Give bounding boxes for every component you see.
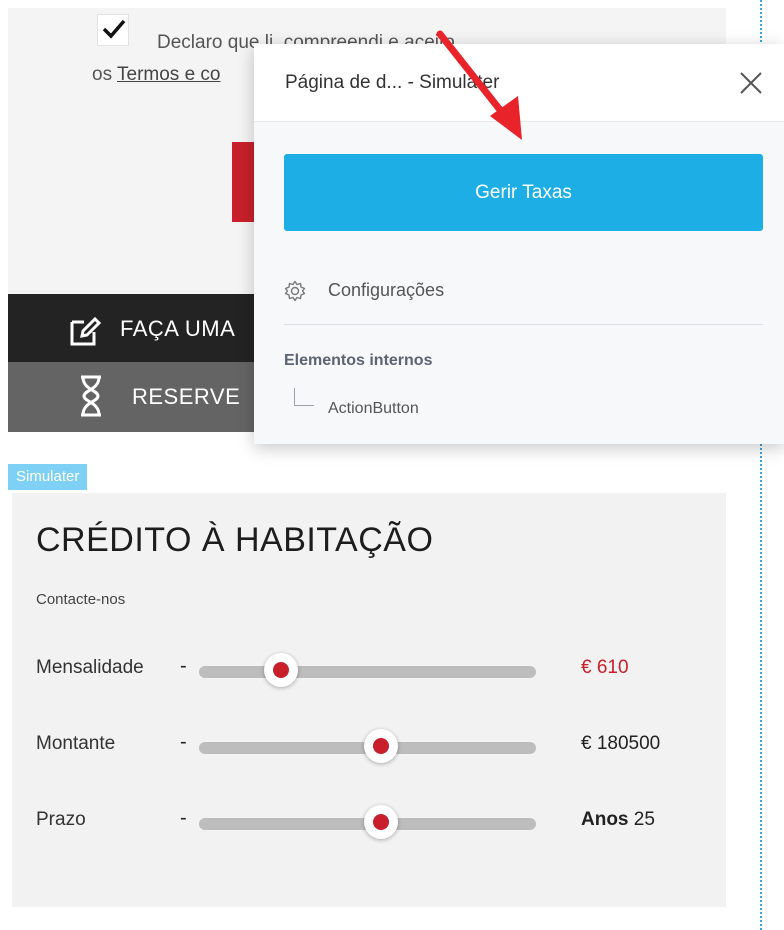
slider-row-montante: Montante - € 180500 bbox=[12, 725, 726, 765]
slider-row-mensalidade: Mensalidade - € 610 bbox=[12, 649, 726, 689]
terms-link[interactable]: Termos e co bbox=[117, 64, 220, 85]
child-element-item[interactable]: ActionButton bbox=[328, 400, 419, 418]
close-icon[interactable] bbox=[736, 68, 766, 98]
slider-label: Prazo bbox=[36, 809, 86, 830]
settings-label: Configurações bbox=[328, 280, 445, 300]
popup-header: Página de d... - Simulater bbox=[254, 44, 784, 122]
quote-banner-label: FAÇA UMA bbox=[120, 316, 236, 341]
gear-icon bbox=[284, 280, 306, 302]
slider-value: Anos 25 bbox=[581, 809, 655, 831]
checkmark-icon bbox=[102, 19, 126, 39]
slider-value-unit: Anos bbox=[581, 809, 629, 830]
slider-handle[interactable] bbox=[364, 729, 398, 763]
slider-label: Mensalidade bbox=[36, 657, 144, 678]
slider-handle[interactable] bbox=[264, 653, 298, 687]
slider-value: € 610 bbox=[581, 657, 629, 678]
decrement-button[interactable]: - bbox=[180, 731, 187, 754]
hourglass-icon bbox=[81, 375, 101, 417]
consent-prefix: os bbox=[92, 64, 118, 85]
component-tag[interactable]: Simulater bbox=[8, 464, 88, 490]
contact-link[interactable]: Contacte-nos bbox=[36, 591, 125, 608]
consent-checkbox[interactable] bbox=[97, 14, 129, 46]
tree-connector bbox=[294, 388, 314, 406]
decrement-button[interactable]: - bbox=[180, 655, 187, 678]
manage-rates-button[interactable]: Gerir Taxas bbox=[284, 154, 763, 231]
popup-title: Página de d... - Simulater bbox=[285, 72, 500, 93]
slider-value: € 180500 bbox=[581, 733, 661, 754]
slider-track[interactable] bbox=[199, 666, 536, 678]
consent-text-line2: os Termos e co bbox=[92, 64, 221, 86]
slider-value-number: 25 bbox=[633, 809, 655, 830]
reserve-banner-label: RESERVE bbox=[132, 384, 241, 409]
slider-label: Montante bbox=[36, 733, 116, 754]
slider-row-prazo: Prazo - Anos 25 bbox=[12, 801, 726, 841]
slider-handle[interactable] bbox=[364, 805, 398, 839]
edit-icon bbox=[70, 316, 102, 346]
decrement-button[interactable]: - bbox=[180, 807, 187, 830]
simulator-card: CRÉDITO À HABITAÇÃO Contacte-nos Mensali… bbox=[12, 493, 726, 907]
simulator-title: CRÉDITO À HABITAÇÃO bbox=[36, 521, 434, 559]
divider bbox=[284, 324, 763, 325]
section-heading: Elementos internos bbox=[284, 352, 433, 369]
component-popup: Página de d... - Simulater Gerir Taxas C… bbox=[254, 44, 784, 444]
